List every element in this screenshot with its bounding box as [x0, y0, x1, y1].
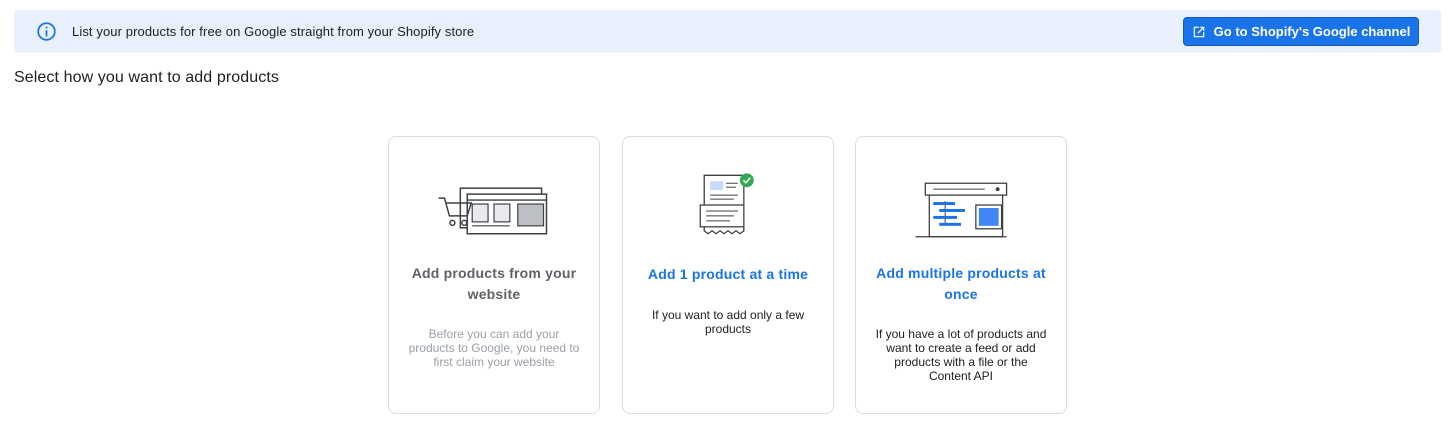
add-from-website-card: Add products from your website Before yo… [388, 136, 600, 414]
single-product-receipt-illustration [699, 173, 754, 235]
card-description: Before you can add your products to Goog… [408, 327, 580, 369]
card-description: If you have a lot of products and want t… [875, 327, 1047, 383]
card-title: Add products from your website [411, 265, 577, 302]
card-title: Add multiple products at once [876, 265, 1046, 302]
info-banner: List your products for free on Google st… [14, 10, 1441, 53]
page-title: Select how you want to add products [14, 69, 279, 86]
multiple-products-feed-illustration [915, 182, 1008, 238]
shopify-button-label: Go to Shopify's Google channel [1213, 24, 1411, 39]
open-in-new-icon [1193, 26, 1204, 37]
shopping-cart-website-illustration [438, 187, 548, 235]
add-single-product-card[interactable]: Add 1 product at a time If you want to a… [622, 136, 834, 414]
card-title: Add 1 product at a time [647, 266, 809, 282]
banner-message: List your products for free on Google st… [72, 24, 475, 39]
info-icon [37, 22, 56, 41]
card-description: If you want to add only a few products [651, 308, 805, 336]
go-to-shopify-channel-button[interactable]: Go to Shopify's Google channel [1183, 17, 1419, 46]
add-multiple-products-card[interactable]: Add multiple products at once If you hav… [855, 136, 1067, 414]
